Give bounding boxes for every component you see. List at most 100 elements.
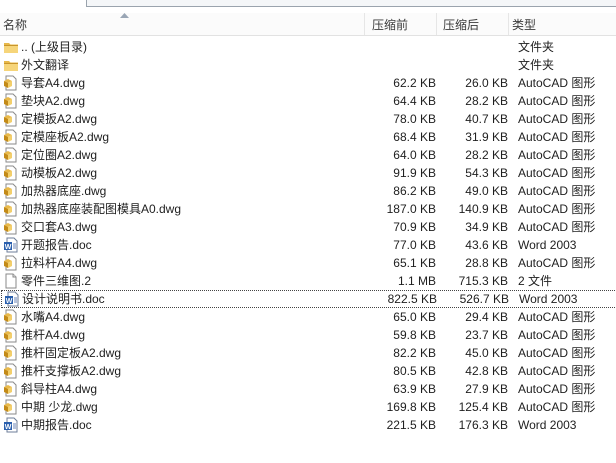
file-list-row[interactable]: 垫块A2.dwg 64.4 KB 28.2 KB AutoCAD 图形 bbox=[0, 92, 616, 110]
file-type: AutoCAD 图形 bbox=[518, 130, 596, 144]
file-list-row[interactable]: .. (上级目录) 文件夹 bbox=[0, 38, 616, 56]
dwg-file-icon bbox=[3, 93, 19, 109]
packed-size: 28.2 KB bbox=[465, 148, 508, 162]
dwg-file-icon bbox=[3, 183, 19, 199]
file-list-row[interactable]: 推杆支撑板A2.dwg 80.5 KB 42.8 KB AutoCAD 图形 bbox=[0, 362, 616, 380]
file-list-row[interactable]: 定位圈A2.dwg 64.0 KB 28.2 KB AutoCAD 图形 bbox=[0, 146, 616, 164]
column-header-type[interactable]: 类型 bbox=[512, 16, 536, 33]
file-type: AutoCAD 图形 bbox=[518, 184, 596, 198]
original-size: 169.8 KB bbox=[386, 400, 436, 414]
file-list-row[interactable]: 导套A4.dwg 62.2 KB 26.0 KB AutoCAD 图形 bbox=[0, 74, 616, 92]
original-size: 221.5 KB bbox=[386, 418, 436, 432]
file-list-row[interactable]: 加热器底座.dwg 86.2 KB 49.0 KB AutoCAD 图形 bbox=[0, 182, 616, 200]
file-list-row[interactable]: 推杆A4.dwg 59.8 KB 23.7 KB AutoCAD 图形 bbox=[0, 326, 616, 344]
file-type: AutoCAD 图形 bbox=[518, 382, 596, 396]
original-size: 64.4 KB bbox=[393, 94, 436, 108]
file-type: AutoCAD 图形 bbox=[518, 310, 596, 324]
packed-size: 27.9 KB bbox=[465, 382, 508, 396]
original-size: 80.5 KB bbox=[393, 364, 436, 378]
original-size: 86.2 KB bbox=[393, 184, 436, 198]
file-list-row[interactable]: 拉料杆A4.dwg 65.1 KB 28.8 KB AutoCAD 图形 bbox=[0, 254, 616, 272]
file-name: 零件三维图.2 bbox=[21, 274, 92, 288]
packed-size: 34.9 KB bbox=[465, 220, 508, 234]
original-size: 63.9 KB bbox=[393, 382, 436, 396]
folder-up-icon bbox=[3, 39, 19, 55]
dwg-file-icon bbox=[3, 327, 19, 343]
file-name: 开题报告.doc bbox=[21, 238, 92, 252]
word-doc-icon: W bbox=[3, 417, 19, 433]
file-type: 文件夹 bbox=[518, 58, 555, 72]
file-type: AutoCAD 图形 bbox=[518, 94, 596, 108]
packed-size: 715.3 KB bbox=[458, 274, 508, 288]
packed-size: 42.8 KB bbox=[465, 364, 508, 378]
column-divider[interactable] bbox=[364, 13, 365, 35]
file-list-row[interactable]: 斜导柱A4.dwg 63.9 KB 27.9 KB AutoCAD 图形 bbox=[0, 380, 616, 398]
file-list-row[interactable]: 水嘴A4.dwg 65.0 KB 29.4 KB AutoCAD 图形 bbox=[0, 308, 616, 326]
file-type: AutoCAD 图形 bbox=[518, 76, 596, 90]
file-list-row[interactable]: 外文翻译 文件夹 bbox=[0, 56, 616, 74]
packed-size: 28.2 KB bbox=[465, 94, 508, 108]
dwg-file-icon bbox=[3, 255, 19, 271]
file-type: AutoCAD 图形 bbox=[518, 364, 596, 378]
original-size: 91.9 KB bbox=[393, 166, 436, 180]
dwg-file-icon bbox=[3, 129, 19, 145]
svg-text:W: W bbox=[6, 298, 13, 305]
file-type: Word 2003 bbox=[519, 292, 578, 306]
file-name: .. (上级目录) bbox=[21, 40, 87, 54]
column-divider[interactable] bbox=[508, 13, 509, 35]
file-list-row[interactable]: 推杆固定板A2.dwg 82.2 KB 45.0 KB AutoCAD 图形 bbox=[0, 344, 616, 362]
dwg-file-icon bbox=[3, 309, 19, 325]
original-size: 65.1 KB bbox=[393, 256, 436, 270]
file-type: AutoCAD 图形 bbox=[518, 256, 596, 270]
packed-size: 54.3 KB bbox=[465, 166, 508, 180]
column-header-original-size[interactable]: 压缩前 bbox=[372, 16, 408, 33]
column-header-name[interactable]: 名称 bbox=[3, 16, 27, 33]
dwg-file-icon bbox=[3, 219, 19, 235]
file-type: AutoCAD 图形 bbox=[518, 148, 596, 162]
word-doc-icon: W bbox=[4, 291, 20, 307]
original-size: 70.9 KB bbox=[393, 220, 436, 234]
file-list-row[interactable]: W 设计说明书.doc 822.5 KB 526.7 KB Word 2003 bbox=[1, 290, 616, 308]
packed-size: 40.7 KB bbox=[465, 112, 508, 126]
column-divider[interactable] bbox=[436, 13, 437, 35]
packed-size: 176.3 KB bbox=[458, 418, 508, 432]
dwg-file-icon bbox=[3, 399, 19, 415]
packed-size: 45.0 KB bbox=[465, 346, 508, 360]
packed-size: 125.4 KB bbox=[458, 400, 508, 414]
packed-size: 140.9 KB bbox=[458, 202, 508, 216]
dwg-file-icon bbox=[3, 201, 19, 217]
packed-size: 23.7 KB bbox=[465, 328, 508, 342]
file-name: 定模座板A2.dwg bbox=[21, 130, 110, 144]
file-list-row[interactable]: W 开题报告.doc 77.0 KB 43.6 KB Word 2003 bbox=[0, 236, 616, 254]
original-size: 62.2 KB bbox=[393, 76, 436, 90]
packed-size: 31.9 KB bbox=[465, 130, 508, 144]
file-type: Word 2003 bbox=[518, 418, 577, 432]
file-type: AutoCAD 图形 bbox=[518, 166, 596, 180]
file-list-row[interactable]: 零件三维图.2 1.1 MB 715.3 KB 2 文件 bbox=[0, 272, 616, 290]
packed-size: 26.0 KB bbox=[465, 76, 508, 90]
file-list-row[interactable]: 交口套A3.dwg 70.9 KB 34.9 KB AutoCAD 图形 bbox=[0, 218, 616, 236]
file-list-row[interactable]: 动模板A2.dwg 91.9 KB 54.3 KB AutoCAD 图形 bbox=[0, 164, 616, 182]
dwg-file-icon bbox=[3, 165, 19, 181]
folder-icon bbox=[3, 57, 19, 73]
file-type: AutoCAD 图形 bbox=[518, 346, 596, 360]
file-list-row[interactable]: 定模扳A2.dwg 78.0 KB 40.7 KB AutoCAD 图形 bbox=[0, 110, 616, 128]
file-name: 中期 少龙.dwg bbox=[21, 400, 98, 414]
original-size: 187.0 KB bbox=[386, 202, 436, 216]
original-size: 78.0 KB bbox=[393, 112, 436, 126]
file-list-row[interactable]: W 中期报告.doc 221.5 KB 176.3 KB Word 2003 bbox=[0, 416, 616, 434]
original-size: 822.5 KB bbox=[387, 292, 437, 306]
file-name: 加热器底座装配图模具A0.dwg bbox=[21, 202, 182, 216]
original-size: 65.0 KB bbox=[393, 310, 436, 324]
svg-text:W: W bbox=[5, 244, 12, 251]
file-name: 定位圈A2.dwg bbox=[21, 148, 98, 162]
file-name: 定模扳A2.dwg bbox=[21, 112, 98, 126]
word-doc-icon: W bbox=[3, 237, 19, 253]
dwg-file-icon bbox=[3, 363, 19, 379]
column-header-packed-size[interactable]: 压缩后 bbox=[443, 16, 479, 33]
svg-text:W: W bbox=[5, 424, 12, 431]
sort-arrow-icon[interactable] bbox=[120, 13, 129, 18]
file-list-row[interactable]: 加热器底座装配图模具A0.dwg 187.0 KB 140.9 KB AutoCAD … bbox=[0, 200, 616, 218]
file-list-row[interactable]: 中期 少龙.dwg 169.8 KB 125.4 KB AutoCAD 图形 bbox=[0, 398, 616, 416]
file-list-row[interactable]: 定模座板A2.dwg 68.4 KB 31.9 KB AutoCAD 图形 bbox=[0, 128, 616, 146]
